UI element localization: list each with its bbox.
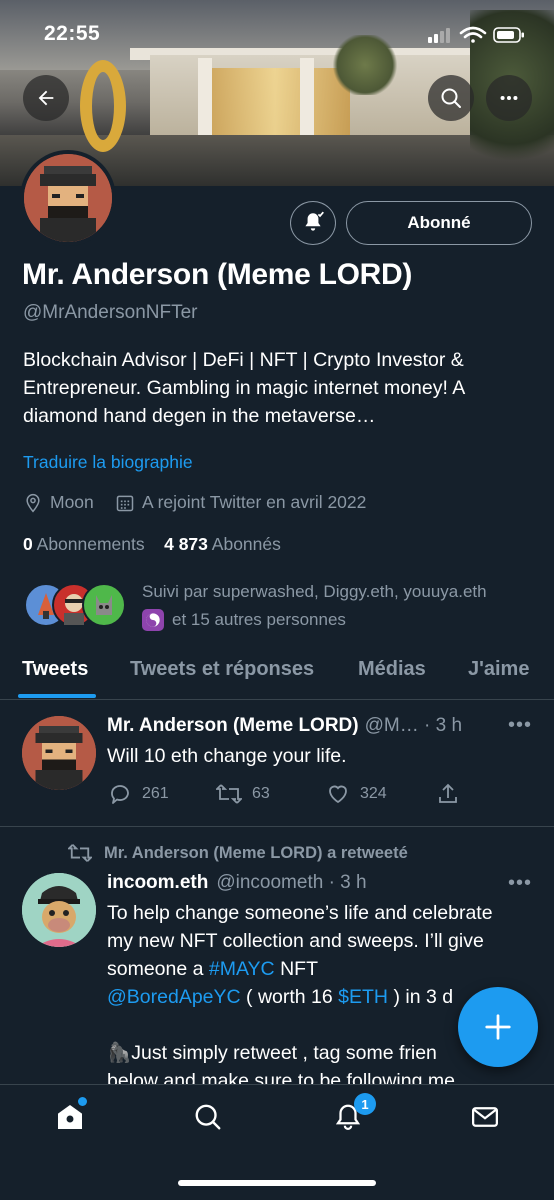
- hashtag-link[interactable]: #MAYC: [209, 958, 275, 980]
- tweet-author-name[interactable]: incoom.eth: [107, 872, 208, 894]
- heart-icon: [329, 785, 347, 804]
- profile-tabs: Tweets Tweets et réponses Médias J'aime: [0, 652, 554, 700]
- pixel-avatar-image: [22, 716, 96, 790]
- tab-likes[interactable]: J'aime: [468, 658, 529, 681]
- profile-name: Mr. Anderson (Meme LORD): [22, 258, 413, 291]
- banner-pillar: [198, 58, 212, 146]
- followed-by-avatars[interactable]: [24, 583, 134, 629]
- active-tab-indicator: [18, 694, 96, 698]
- followed-by-line1: Suivi par superwashed, Diggy.eth, youuya…: [142, 582, 487, 601]
- more-options-button[interactable]: [486, 75, 532, 121]
- reply-count: 261: [142, 785, 169, 802]
- retweet-context: Mr. Anderson (Meme LORD) a retweeté: [68, 842, 408, 864]
- tweet-more-icon[interactable]: •••: [508, 714, 532, 737]
- share-button[interactable]: [436, 782, 460, 806]
- following-label: Abonnements: [36, 534, 145, 554]
- followers-link[interactable]: 4 873 Abonnés: [164, 534, 281, 554]
- like-count: 324: [360, 785, 387, 802]
- notifications-badge: 1: [354, 1093, 376, 1115]
- ape-avatar-image: [22, 873, 96, 947]
- retweet-button[interactable]: 63: [216, 782, 270, 806]
- followers-label: Abonnés: [211, 534, 281, 554]
- banner-windows: [200, 68, 350, 138]
- nav-notifications[interactable]: 1: [330, 1093, 376, 1135]
- search-button[interactable]: [428, 75, 474, 121]
- home-indicator: [178, 1180, 376, 1186]
- profile-avatar[interactable]: [20, 150, 116, 246]
- cellular-signal-icon: [428, 28, 450, 43]
- plus-icon: [485, 1014, 511, 1040]
- followed-by-line2: et 15 autres personnes: [172, 610, 346, 629]
- tweet-handle-time: @M… · 3 h: [364, 715, 463, 736]
- nav-home[interactable]: [52, 1097, 88, 1135]
- battery-icon: [493, 27, 524, 43]
- join-date-text: A rejoint Twitter en avril 2022: [142, 492, 367, 512]
- tab-media[interactable]: Médias: [358, 658, 426, 681]
- reply-button[interactable]: 261: [108, 782, 169, 806]
- profile-bio: Blockchain Advisor | DeFi | NFT | Crypto…: [23, 349, 465, 427]
- back-button[interactable]: [23, 75, 69, 121]
- share-icon: [439, 783, 457, 803]
- retweet-context-text[interactable]: Mr. Anderson (Meme LORD) a retweeté: [104, 844, 408, 863]
- mail-icon: [472, 1107, 498, 1127]
- tweet-more-icon[interactable]: •••: [508, 872, 532, 895]
- nav-messages[interactable]: [467, 1099, 503, 1135]
- status-time: 22:55: [44, 22, 101, 45]
- banner-tree: [330, 35, 400, 95]
- tweet-avatar[interactable]: [22, 716, 96, 790]
- location: Moon: [23, 492, 94, 513]
- retweet-icon: [216, 784, 242, 804]
- arrow-left-icon: [38, 90, 54, 106]
- compose-tweet-button[interactable]: [458, 987, 538, 1067]
- bell-check-icon: [305, 211, 324, 231]
- tweet-text: To help change someone’s life and celebr…: [107, 899, 507, 1084]
- search-icon: [441, 88, 461, 108]
- tweet-text-part: 🦍Just simply retweet , tag some frien: [107, 1042, 437, 1064]
- pixel-avatar-image: [24, 154, 112, 242]
- calendar-icon: [116, 495, 134, 511]
- follower-avatar: [82, 583, 126, 627]
- status-icons: [428, 26, 524, 43]
- notifications-toggle-button[interactable]: [290, 201, 336, 245]
- tweet-author-name[interactable]: Mr. Anderson (Meme LORD): [107, 715, 359, 737]
- home-new-dot: [78, 1097, 87, 1106]
- tweet-header: Mr. Anderson (Meme LORD) @M… · 3 h: [107, 715, 462, 737]
- banner-gold-sculpture: [80, 60, 126, 152]
- reply-icon: [111, 785, 129, 804]
- retweet-context-icon: [68, 844, 92, 862]
- join-date: A rejoint Twitter en avril 2022: [115, 492, 366, 513]
- followed-by-text[interactable]: Suivi par superwashed, Diggy.eth, youuya…: [142, 578, 542, 634]
- tweet-text-part: ) in 3 d: [388, 986, 454, 1008]
- banner-pillar: [300, 58, 314, 146]
- tweet-handle-time: @incoometh · 3 h: [216, 872, 367, 893]
- follow-stats: 0 Abonnements 4 873 Abonnés: [23, 534, 281, 555]
- retweet-count: 63: [252, 785, 270, 802]
- translate-bio-link[interactable]: Traduire la biographie: [23, 452, 193, 473]
- tweet-avatar[interactable]: [22, 873, 96, 947]
- followers-count: 4 873: [164, 534, 208, 554]
- search-icon: [195, 1104, 221, 1130]
- tweet-text-part: ( worth 16: [240, 986, 339, 1008]
- tweet-header: incoom.eth @incoometh · 3 h: [107, 872, 367, 894]
- following-count: 0: [23, 534, 33, 554]
- location-text: Moon: [50, 492, 94, 512]
- profile-handle: @MrAndersonNFTer: [23, 302, 198, 323]
- tweet-divider: [0, 826, 554, 827]
- yin-yang-emoji-icon: [142, 609, 164, 631]
- mention-link[interactable]: @BoredApeYC: [107, 986, 241, 1008]
- following-link[interactable]: 0 Abonnements: [23, 534, 145, 554]
- nav-search[interactable]: [190, 1099, 226, 1135]
- wifi-icon: [459, 26, 487, 43]
- tweet-text-part: below and make sure to be following me: [107, 1070, 455, 1084]
- tab-tweets-replies[interactable]: Tweets et réponses: [130, 658, 314, 681]
- tab-tweets[interactable]: Tweets: [22, 658, 88, 681]
- location-pin-icon: [26, 493, 40, 512]
- tweet-text: Will 10 eth change your life.: [107, 745, 347, 767]
- like-button[interactable]: 324: [326, 782, 387, 806]
- tweet-text-part: NFT: [274, 958, 318, 980]
- following-button[interactable]: Abonné: [346, 201, 532, 245]
- cashtag-link[interactable]: $ETH: [338, 986, 388, 1008]
- more-horizontal-icon: [500, 95, 518, 101]
